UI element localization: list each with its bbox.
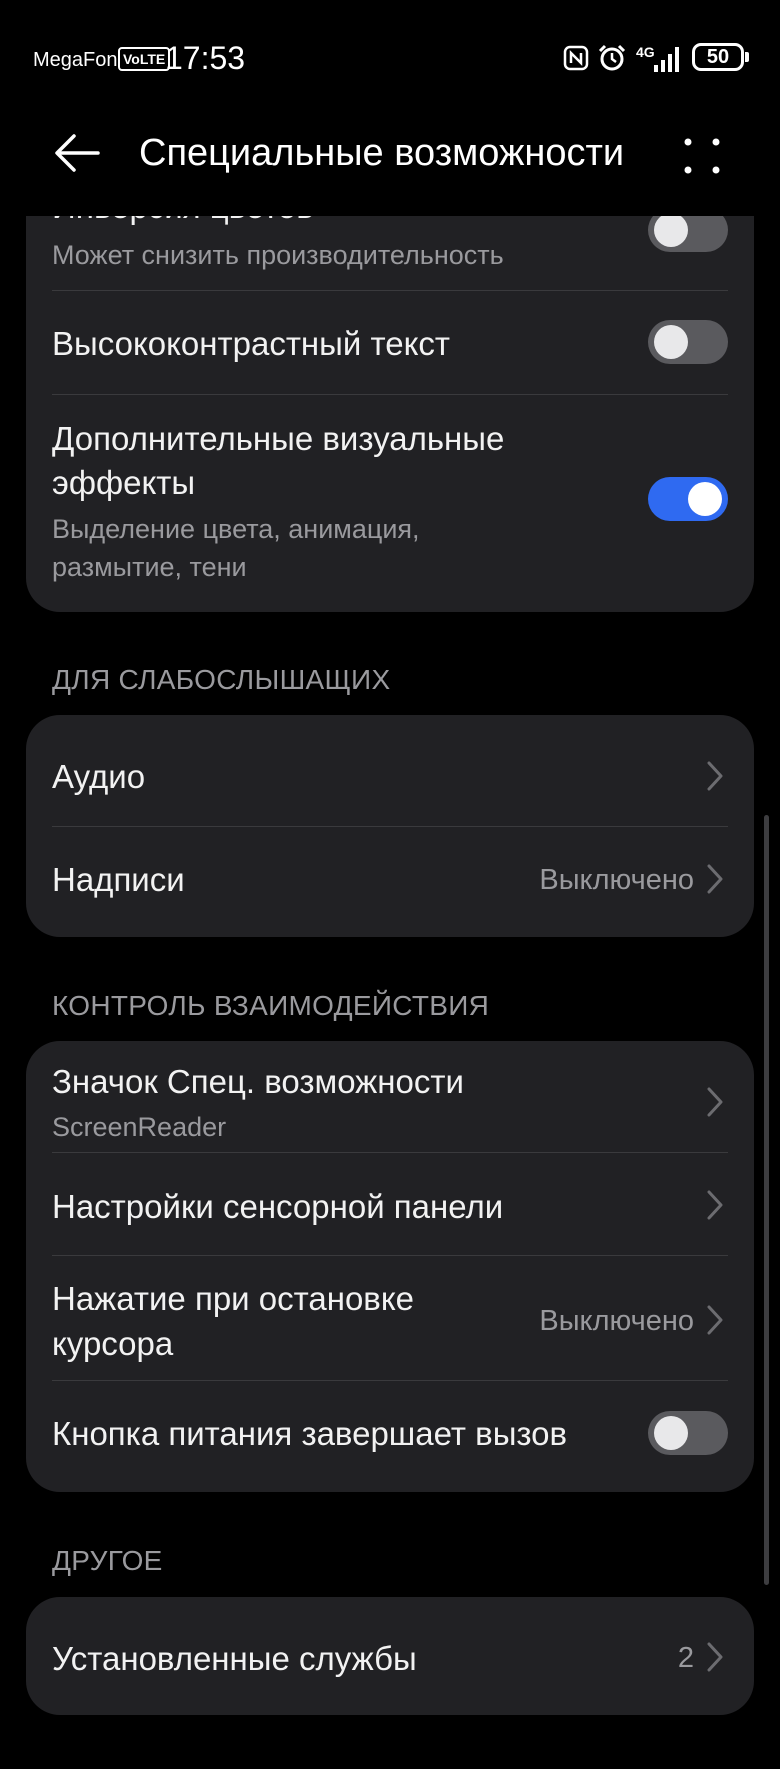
visual-effects-subtitle-line1: Выделение цвета, анимация, <box>52 514 420 544</box>
scrollbar[interactable] <box>764 815 769 1585</box>
status-bar: MegaFon VoLTE 17:53 4G 50 <box>0 0 780 110</box>
captions-row[interactable] <box>26 827 754 937</box>
divider <box>52 394 728 395</box>
signal-icon <box>654 47 679 72</box>
section-header-other: ДРУГОЕ <box>52 1545 163 1576</box>
visual-effects-label-line2: эффекты <box>52 464 196 501</box>
touchpad-settings-row[interactable] <box>26 1153 754 1255</box>
visual-effects-toggle[interactable] <box>648 477 728 521</box>
power-ends-call-label: Кнопка питания завершает вызов <box>52 1415 568 1452</box>
dwell-click-row[interactable] <box>26 1256 754 1380</box>
power-ends-call-toggle[interactable] <box>648 1411 728 1455</box>
carrier-name: MegaFon <box>33 49 118 71</box>
color-inversion-subtitle: Может снизить производительность <box>52 240 504 270</box>
nfc-icon <box>563 45 589 71</box>
visual-effects-subtitle-line2: размытие, тени <box>52 552 247 582</box>
back-arrow-icon[interactable] <box>52 128 102 178</box>
battery-icon: 50 <box>692 43 744 71</box>
accessibility-shortcut-row[interactable] <box>26 1041 754 1153</box>
clock: 17:53 <box>165 40 246 76</box>
installed-services-row[interactable] <box>26 1597 754 1715</box>
color-inversion-toggle[interactable] <box>648 216 728 252</box>
alarm-icon <box>598 44 626 71</box>
scroll-content[interactable]: Инверсия цветов Может снизить производит… <box>0 216 780 1769</box>
audio-row[interactable] <box>26 715 754 827</box>
high-contrast-label: Высококонтрастный текст <box>52 325 450 362</box>
color-inversion-label: Инверсия цветов <box>52 216 314 226</box>
more-options-icon[interactable] <box>680 134 724 178</box>
visual-effects-label-line1: Дополнительные визуальные <box>52 420 505 457</box>
divider <box>52 290 728 291</box>
section-header-hearing: ДЛЯ СЛАБОСЛЫШАЩИХ <box>52 664 391 695</box>
divider <box>52 1380 728 1381</box>
high-contrast-toggle[interactable] <box>648 320 728 364</box>
battery-tip <box>745 52 749 62</box>
volte-badge: VoLTE <box>118 47 171 71</box>
page-title: Специальные возможности <box>139 132 625 174</box>
section-header-interaction: КОНТРОЛЬ ВЗАИМОДЕЙСТВИЯ <box>52 990 490 1021</box>
